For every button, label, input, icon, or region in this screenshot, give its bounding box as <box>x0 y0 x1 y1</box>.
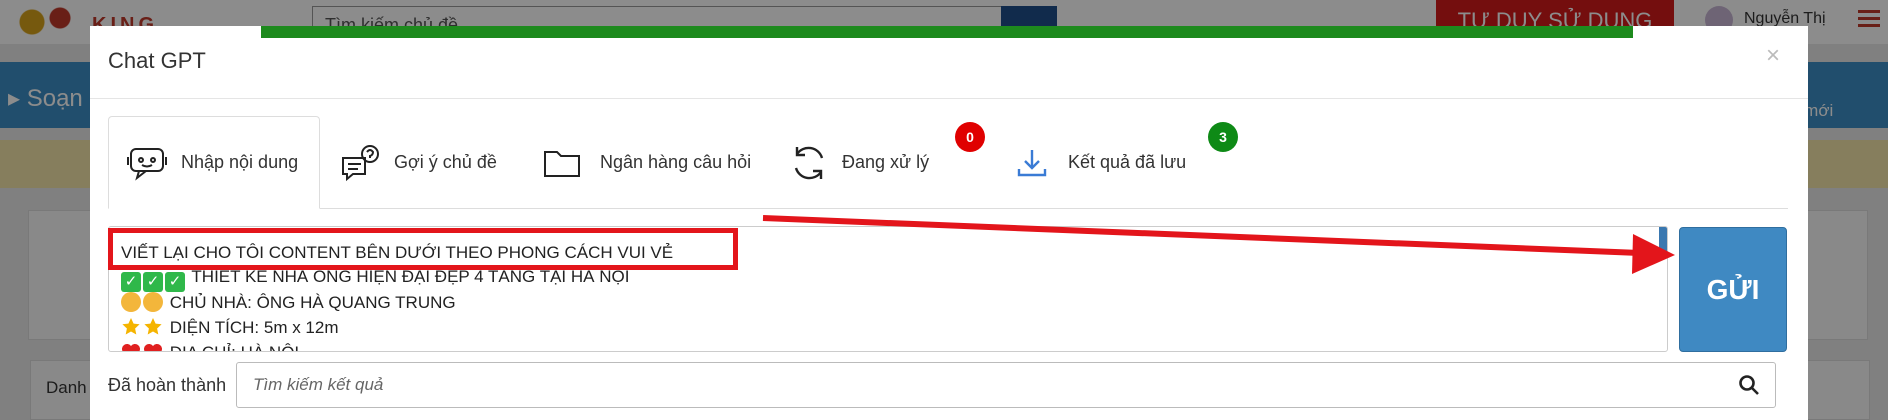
question-chat-icon <box>342 144 379 181</box>
folder-icon <box>544 150 580 177</box>
prompt-line: DIỆN TÍCH: 5m x 12m <box>121 317 339 338</box>
tab-saved-results[interactable]: Kết quả đã lưu <box>1014 116 1224 209</box>
close-icon[interactable]: × <box>1766 44 1780 68</box>
check-icon: ✓ <box>121 272 141 292</box>
tab-label: Nhập nội dung <box>181 152 299 172</box>
tab-label: Đang xử lý <box>842 152 930 172</box>
result-search-input[interactable] <box>236 362 1776 408</box>
download-icon <box>1017 149 1047 176</box>
saved-count-badge: 3 <box>1208 122 1238 152</box>
refresh-icon <box>794 146 824 179</box>
prompt-line: ✓ ✓ ✓ THIẾT KẾ NHÀ ỐNG HIỆN ĐẠI ĐẸP 4 TẦNG… <box>121 267 629 292</box>
send-button[interactable]: GỬI <box>1679 227 1787 352</box>
modal-tabs: Nhập nội dung Gợi ý chủ đề Ngân hàng câu… <box>108 116 1788 209</box>
tab-input-content[interactable]: Nhập nội dung <box>108 116 320 209</box>
prompt-line: ĐỊA CHỈ: HÀ NỘI <box>121 342 299 351</box>
check-icon: ✓ <box>165 272 185 292</box>
tab-label: Kết quả đã lưu <box>1068 152 1187 172</box>
modal-title: Chat GPT <box>108 48 206 73</box>
editor-scrollbar[interactable] <box>1659 227 1667 257</box>
tab-label: Gợi ý chủ đề <box>394 152 497 172</box>
annotation-highlight-box <box>108 228 738 270</box>
heart-icon <box>122 344 140 351</box>
chat-gpt-modal: Chat GPT × Nhập nội dung Gợi ý chủ đề Ng… <box>90 26 1808 420</box>
processing-count-badge: 0 <box>955 122 985 152</box>
prompt-line: CHỦ NHÀ: ÔNG HÀ QUANG TRUNG <box>121 292 456 313</box>
star-icon <box>144 318 162 335</box>
face-icon <box>121 292 141 312</box>
heart-icon <box>144 344 162 351</box>
chat-bot-icon <box>127 147 167 181</box>
completed-label: Đã hoàn thành <box>108 375 227 395</box>
check-icon: ✓ <box>143 272 163 292</box>
search-icon[interactable] <box>1738 374 1760 396</box>
face-icon <box>143 292 163 312</box>
star-icon <box>122 318 140 335</box>
tab-label: Ngân hàng câu hỏi <box>600 152 752 172</box>
modal-divider <box>90 98 1808 99</box>
tab-topic-suggestions[interactable]: Gợi ý chủ đề <box>340 116 510 209</box>
tab-question-bank[interactable]: Ngân hàng câu hỏi <box>542 116 751 209</box>
progress-bar <box>261 26 1633 38</box>
